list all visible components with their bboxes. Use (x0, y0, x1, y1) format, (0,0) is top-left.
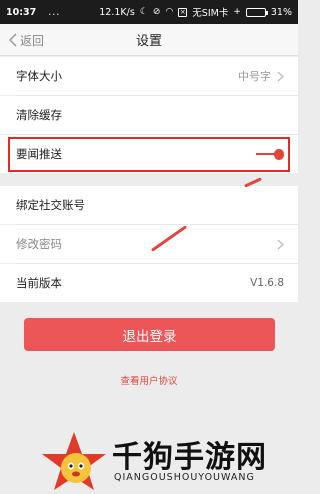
battery-icon (245, 7, 268, 17)
clear-cache-label: 清除缓存 (16, 108, 62, 122)
watermark-subtitle: QIANGOUSHOUYOUWANG (114, 472, 255, 483)
chevron-left-icon (8, 33, 17, 47)
version-value: V1.6.8 (250, 277, 284, 289)
battery-percent: 31% (270, 6, 292, 18)
back-button[interactable]: 返回 (8, 24, 44, 56)
font-size-row[interactable]: 字体大小 中号字 (0, 57, 298, 95)
logout-button[interactable]: 退出登录 (24, 318, 275, 351)
sim-status: 无SIM卡 (192, 8, 229, 19)
user-agreement-link[interactable]: 查看用户协议 (0, 373, 298, 387)
status-dots: ... (48, 6, 61, 18)
news-push-row: 要闻推送 (0, 135, 298, 173)
news-push-toggle[interactable] (256, 148, 284, 160)
bind-card-row[interactable]: 绑定社交账号 (0, 186, 298, 224)
network-speed: 12.1K/s (99, 6, 135, 18)
news-push-label: 要闻推送 (16, 147, 62, 161)
change-password-label: 修改密码 (16, 237, 62, 251)
back-label: 返回 (20, 33, 45, 48)
watermark-logo (42, 432, 106, 490)
change-password-row[interactable]: 修改密码 (0, 225, 298, 263)
moon-icon: ☾ (139, 6, 148, 17)
version-label: 当前版本 (16, 276, 62, 290)
font-size-value: 中号字 (238, 70, 271, 83)
status-time: 10:37 (6, 6, 37, 18)
version-row: 当前版本 V1.6.8 (0, 264, 298, 302)
mute-icon: ⊘ (152, 6, 161, 17)
chevron-right-icon (277, 71, 284, 81)
clear-cache-row[interactable]: 清除缓存 (0, 96, 298, 134)
nav-bar: 返回 设置 (0, 24, 298, 56)
bind-card-label: 绑定社交账号 (16, 198, 85, 212)
toggle-knob (273, 148, 284, 160)
sim-icon: × (178, 7, 188, 17)
page-title: 设置 (135, 34, 162, 49)
chevron-right-icon (277, 239, 284, 249)
status-bar: 10:37 ... 12.1K/s ☾ ⊘ ◠ × 无SIM卡 + 31% (0, 0, 298, 24)
wifi-icon: ◠ (165, 6, 174, 17)
watermark: 千狗手游网 QIANGOUSHOUYOUWANG (40, 430, 298, 494)
font-size-label: 字体大小 (16, 69, 62, 83)
watermark-title: 千狗手游网 (112, 440, 267, 475)
charging-icon: + (233, 6, 241, 17)
